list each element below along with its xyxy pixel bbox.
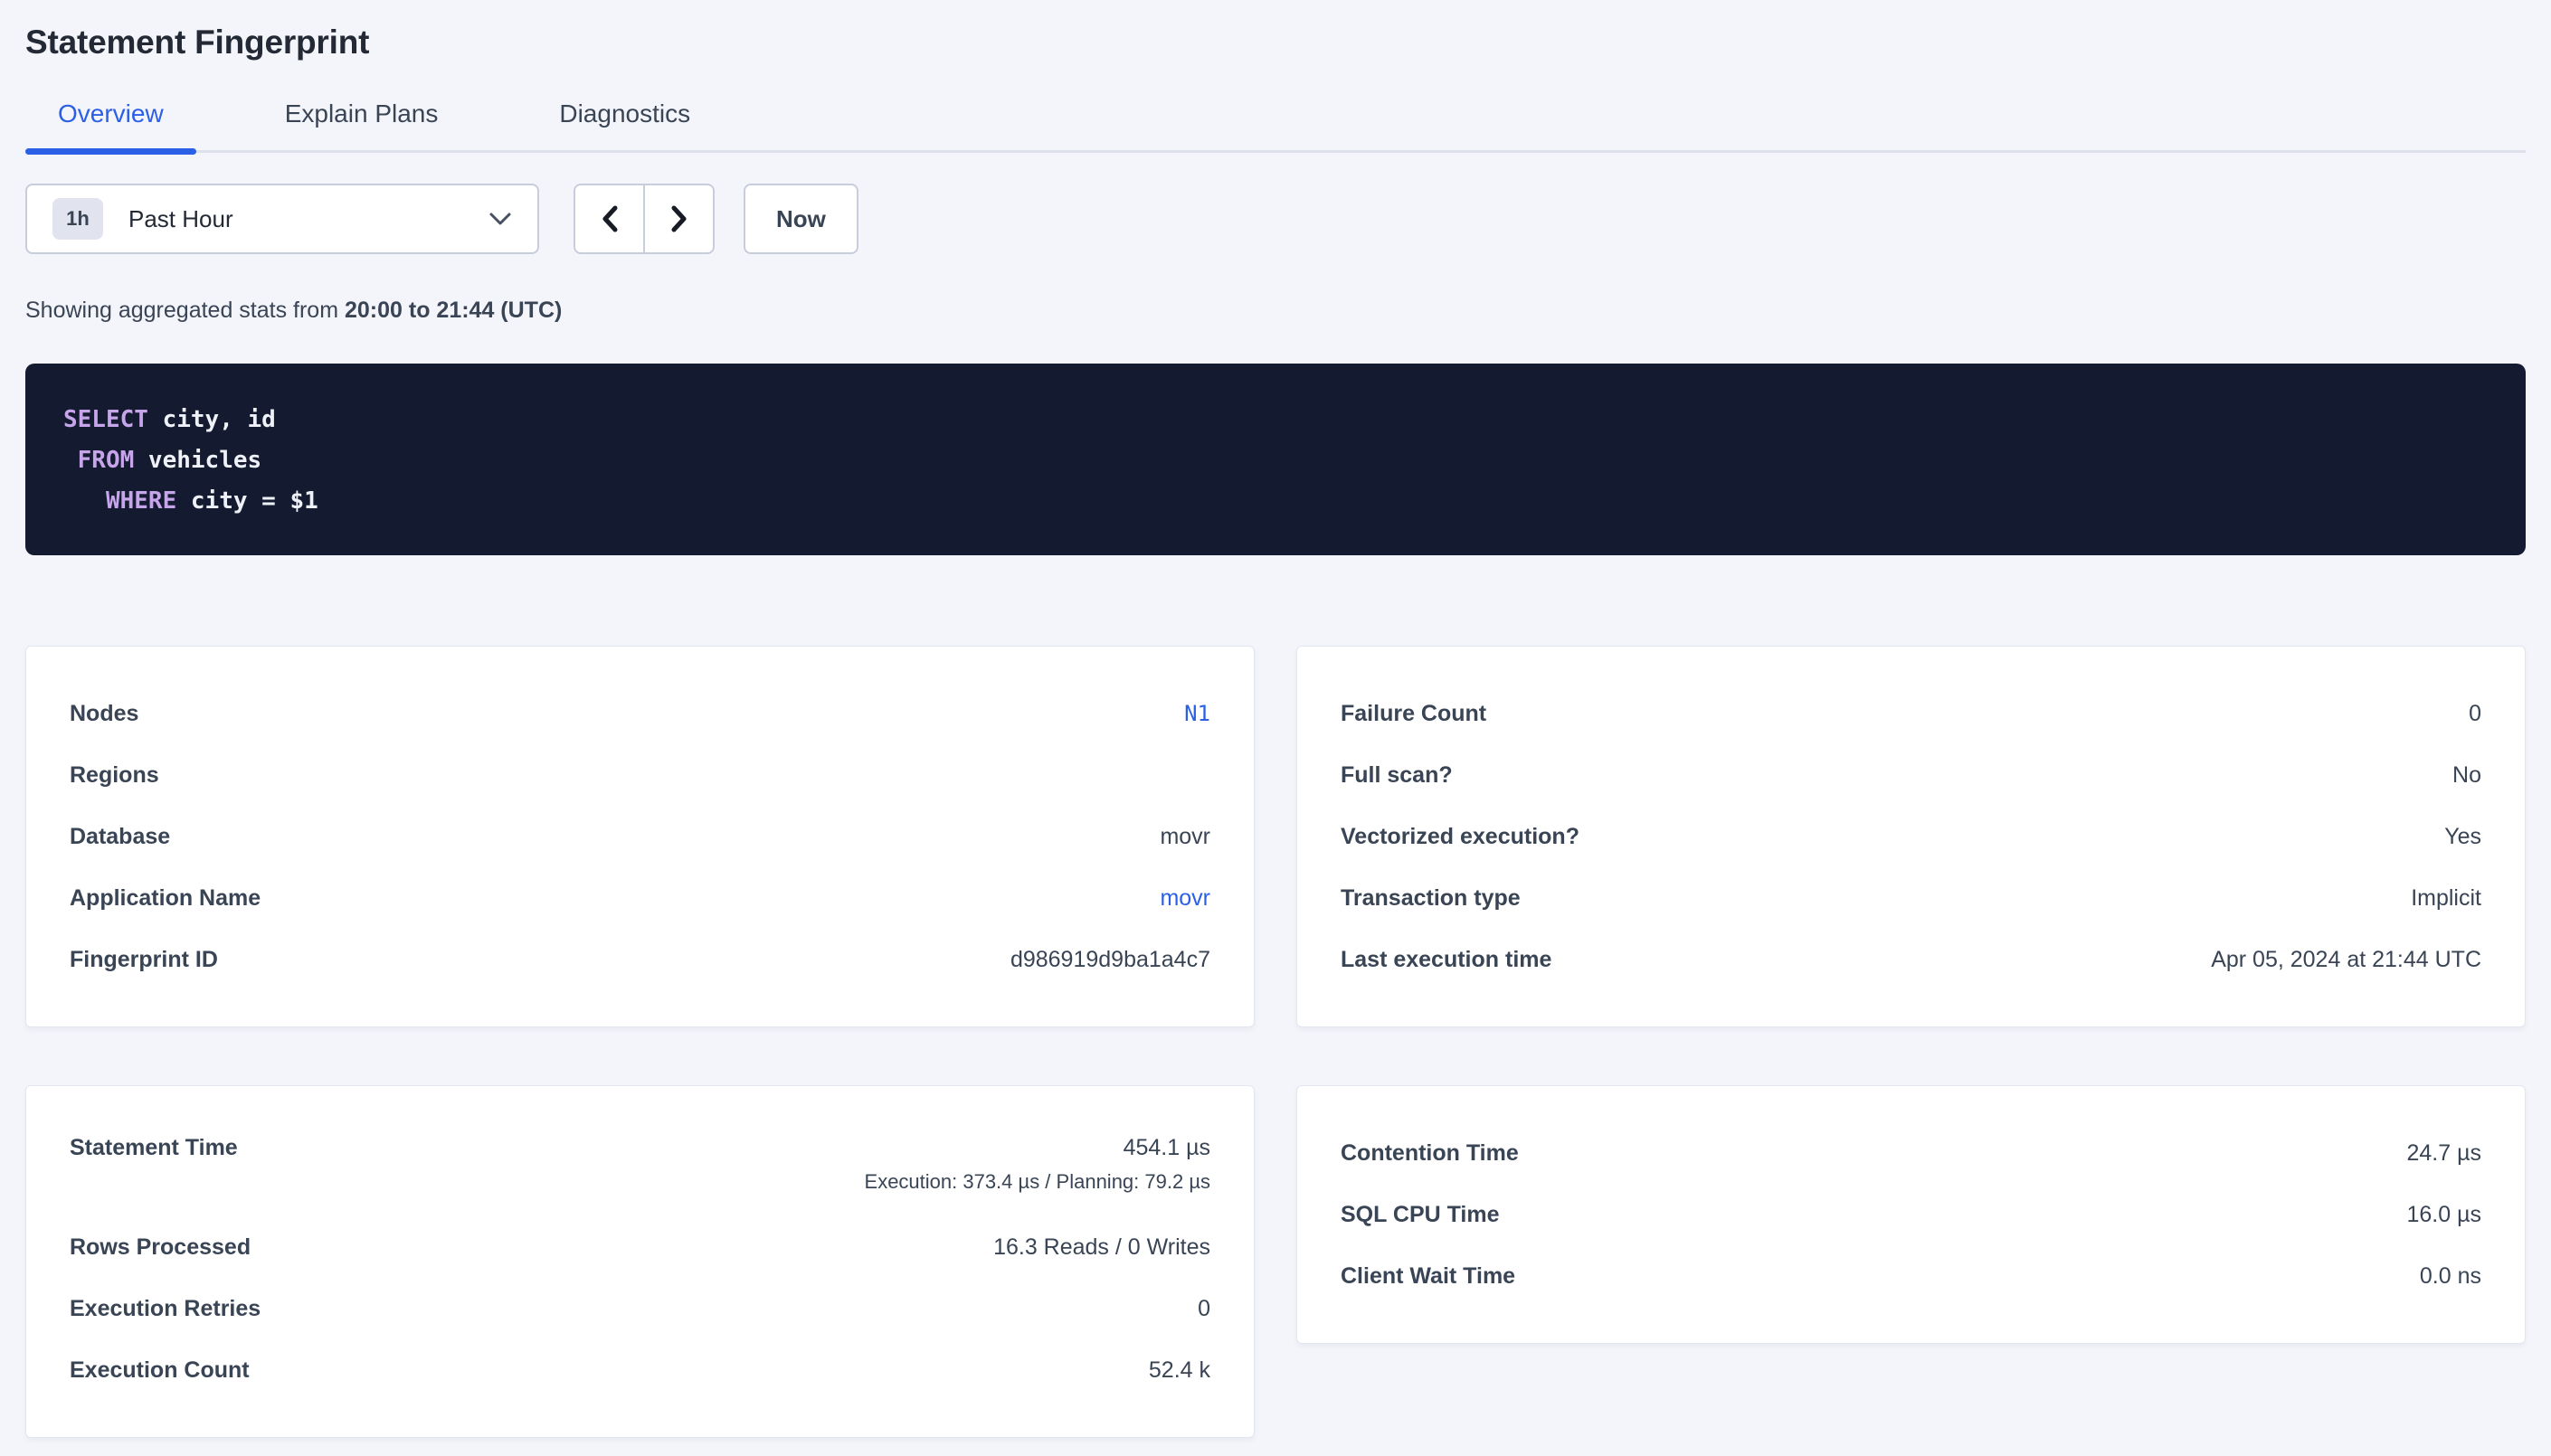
detail-row-vectorized: Vectorized execution? Yes (1341, 806, 2481, 867)
sql-statement-block: SELECT city, id FROM vehicles WHERE city… (25, 364, 2526, 555)
client-wait-time-value: 0.0 ns (2420, 1263, 2481, 1290)
row-label: Statement Time (70, 1135, 238, 1161)
resource-time-card: Contention Time 24.7 µs SQL CPU Time 16.… (1296, 1085, 2526, 1344)
row-label: Execution Count (70, 1357, 250, 1384)
stats-time-range: 20:00 to 21:44 (UTC) (345, 298, 562, 323)
time-range-label: Past Hour (128, 205, 488, 233)
aggregated-stats-summary: Showing aggregated stats from 20:00 to 2… (25, 298, 2526, 324)
detail-cards-grid: Nodes N1 Regions Database movr Applicati… (25, 646, 2526, 1438)
previous-time-button[interactable] (574, 184, 644, 254)
detail-row-statement-time: Statement Time 454.1 µs Execution: 373.4… (70, 1122, 1210, 1216)
chevron-right-icon (669, 204, 690, 233)
row-label: Application Name (70, 885, 261, 912)
row-label: Database (70, 824, 170, 850)
detail-row-failure-count: Failure Count 0 (1341, 683, 2481, 744)
transaction-type-value: Implicit (2411, 885, 2481, 912)
tab-overview-label: Overview (58, 99, 164, 128)
chevron-left-icon (599, 204, 621, 233)
row-label: Nodes (70, 701, 138, 727)
detail-row-sql-cpu-time: SQL CPU Time 16.0 µs (1341, 1184, 2481, 1245)
statement-time-breakdown: Execution: 373.4 µs / Planning: 79.2 µs (865, 1170, 1210, 1194)
row-label: Contention Time (1341, 1140, 1519, 1167)
stats-prefix: Showing aggregated stats from (25, 298, 345, 323)
time-range-dropdown[interactable]: 1h Past Hour (25, 184, 539, 254)
contention-time-value: 24.7 µs (2406, 1140, 2481, 1167)
time-step-buttons (574, 184, 715, 254)
active-tab-indicator (25, 148, 196, 155)
failure-count-value: 0 (2469, 701, 2481, 727)
row-label: Execution Retries (70, 1296, 261, 1322)
detail-row-last-execution: Last execution time Apr 05, 2024 at 21:4… (1341, 929, 2481, 990)
tab-diagnostics[interactable]: Diagnostics (526, 99, 723, 150)
page-title: Statement Fingerprint (25, 24, 2526, 61)
nodes-link[interactable]: N1 (1184, 701, 1210, 726)
detail-row-fingerprint-id: Fingerprint ID d986919d9ba1a4c7 (70, 929, 1210, 990)
now-button[interactable]: Now (744, 184, 858, 254)
sql-line-3: WHERE city = $1 (63, 481, 2488, 522)
full-scan-value: No (2452, 762, 2481, 789)
statement-details-card: Nodes N1 Regions Database movr Applicati… (25, 646, 1255, 1027)
database-value: movr (1160, 824, 1210, 850)
time-range-badge: 1h (52, 198, 103, 240)
next-time-button[interactable] (644, 184, 715, 254)
tab-bar: Overview Explain Plans Diagnostics (25, 99, 2526, 153)
sql-cpu-time-value: 16.0 µs (2406, 1202, 2481, 1228)
statement-fingerprint-page: Statement Fingerprint Overview Explain P… (0, 0, 2551, 1438)
detail-row-contention-time: Contention Time 24.7 µs (1341, 1122, 2481, 1184)
detail-row-transaction-type: Transaction type Implicit (1341, 867, 2481, 929)
sql-keyword: FROM (78, 447, 135, 474)
detail-row-regions: Regions (70, 744, 1210, 806)
time-controls: 1h Past Hour (25, 184, 2526, 254)
detail-row-nodes: Nodes N1 (70, 683, 1210, 744)
sql-line-2: FROM vehicles (63, 440, 2488, 481)
application-name-link[interactable]: movr (1160, 885, 1210, 912)
detail-row-full-scan: Full scan? No (1341, 744, 2481, 806)
sql-line-1: SELECT city, id (63, 400, 2488, 440)
detail-row-client-wait-time: Client Wait Time 0.0 ns (1341, 1245, 2481, 1307)
detail-row-rows-processed: Rows Processed 16.3 Reads / 0 Writes (70, 1216, 1210, 1278)
row-label: Rows Processed (70, 1234, 251, 1261)
row-label: Regions (70, 762, 159, 789)
execution-count-value: 52.4 k (1149, 1357, 1210, 1384)
tab-explain-plans-label: Explain Plans (285, 99, 439, 128)
execution-retries-value: 0 (1198, 1296, 1210, 1322)
sql-keyword: SELECT (63, 406, 148, 433)
rows-processed-value: 16.3 Reads / 0 Writes (993, 1234, 1210, 1261)
detail-row-execution-count: Execution Count 52.4 k (70, 1339, 1210, 1401)
detail-row-application-name: Application Name movr (70, 867, 1210, 929)
row-label: Transaction type (1341, 885, 1521, 912)
tab-explain-plans[interactable]: Explain Plans (252, 99, 471, 150)
row-label: Vectorized execution? (1341, 824, 1579, 850)
sql-keyword: WHERE (106, 487, 176, 515)
row-label: Client Wait Time (1341, 1263, 1515, 1290)
statement-time-value: 454.1 µs (1124, 1135, 1210, 1161)
vectorized-value: Yes (2444, 824, 2481, 850)
row-label: Full scan? (1341, 762, 1453, 789)
row-label: SQL CPU Time (1341, 1202, 1500, 1228)
tab-diagnostics-label: Diagnostics (559, 99, 690, 128)
row-label: Failure Count (1341, 701, 1486, 727)
execution-attributes-card: Failure Count 0 Full scan? No Vectorized… (1296, 646, 2526, 1027)
tab-overview[interactable]: Overview (25, 99, 196, 150)
chevron-down-icon (488, 212, 512, 226)
detail-row-database: Database movr (70, 806, 1210, 867)
last-execution-time-value: Apr 05, 2024 at 21:44 UTC (2211, 947, 2481, 973)
fingerprint-id-value: d986919d9ba1a4c7 (1010, 947, 1210, 973)
row-label: Fingerprint ID (70, 947, 218, 973)
row-label: Last execution time (1341, 947, 1551, 973)
statement-timing-card: Statement Time 454.1 µs Execution: 373.4… (25, 1085, 1255, 1438)
detail-row-execution-retries: Execution Retries 0 (70, 1278, 1210, 1339)
